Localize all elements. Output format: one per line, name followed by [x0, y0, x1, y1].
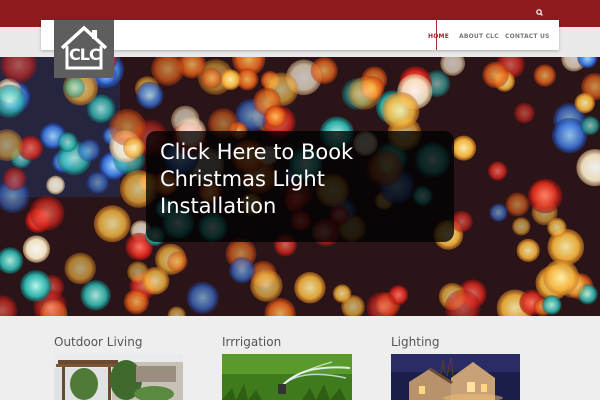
- bokeh-light: [122, 136, 145, 159]
- house-night-lighting-photo-icon: [391, 354, 520, 400]
- nav-about-clc[interactable]: ABOUT CLC: [459, 33, 499, 40]
- bokeh-light: [77, 138, 101, 162]
- bokeh-light: [451, 135, 477, 161]
- bokeh-light: [543, 259, 579, 296]
- bokeh-light: [228, 257, 256, 284]
- bokeh-light: [136, 81, 164, 110]
- bokeh-light: [533, 64, 556, 87]
- nav-home[interactable]: HOME: [428, 33, 449, 40]
- bokeh-light: [250, 269, 283, 302]
- bokeh-light: [294, 272, 326, 304]
- bokeh-light: [541, 295, 562, 315]
- bokeh-light: [516, 238, 540, 262]
- bokeh-light: [63, 76, 85, 99]
- nav-contact-us[interactable]: CONTACT US: [505, 33, 550, 40]
- bokeh-light: [264, 105, 287, 128]
- bokeh-light: [547, 217, 567, 238]
- bokeh-light: [220, 69, 241, 90]
- bokeh-light: [489, 203, 508, 222]
- bokeh-light: [46, 175, 65, 195]
- bokeh-light: [186, 281, 219, 315]
- bokeh-light: [141, 267, 170, 295]
- cta-label: Click Here to Book Christmas Light Insta…: [160, 140, 354, 218]
- bokeh-light: [348, 76, 382, 110]
- lighting-image[interactable]: [391, 354, 520, 400]
- bokeh-light: [123, 289, 149, 315]
- bokeh-light: [580, 116, 600, 136]
- sprinkler-photo-icon: [222, 354, 352, 400]
- bokeh-light: [310, 57, 338, 85]
- bokeh-light: [22, 235, 50, 263]
- bokeh-light: [574, 92, 595, 114]
- bokeh-light: [332, 284, 352, 303]
- bokeh-light: [513, 102, 535, 124]
- book-installation-cta[interactable]: Click Here to Book Christmas Light Insta…: [146, 131, 454, 242]
- logo-text: CLC: [69, 45, 101, 64]
- bokeh-light: [512, 217, 531, 236]
- feature-title-irrigation[interactable]: Irrrigation: [222, 335, 281, 349]
- bokeh-light: [381, 92, 420, 130]
- bokeh-light: [2, 166, 27, 191]
- bokeh-light: [80, 280, 111, 311]
- bokeh-light: [482, 61, 509, 88]
- feature-title-outdoor-living[interactable]: Outdoor Living: [54, 335, 142, 349]
- outdoor-living-image[interactable]: [54, 354, 183, 400]
- bokeh-light: [86, 171, 110, 195]
- logo[interactable]: CLC: [54, 20, 114, 78]
- pergola-photo-icon: [54, 354, 183, 400]
- irrigation-image[interactable]: [222, 354, 352, 400]
- search-button[interactable]: [533, 5, 547, 19]
- bokeh-light: [20, 270, 52, 302]
- bokeh-light: [527, 178, 563, 214]
- bokeh-light: [487, 161, 508, 181]
- bokeh-light: [57, 132, 78, 152]
- feature-title-lighting[interactable]: Lighting: [391, 335, 440, 349]
- bokeh-light: [451, 210, 473, 233]
- bokeh-light: [167, 251, 189, 273]
- search-icon: [536, 9, 543, 16]
- bokeh-light: [64, 252, 96, 285]
- bokeh-light: [93, 205, 131, 243]
- bokeh-light: [29, 195, 65, 231]
- bokeh-light: [505, 192, 530, 217]
